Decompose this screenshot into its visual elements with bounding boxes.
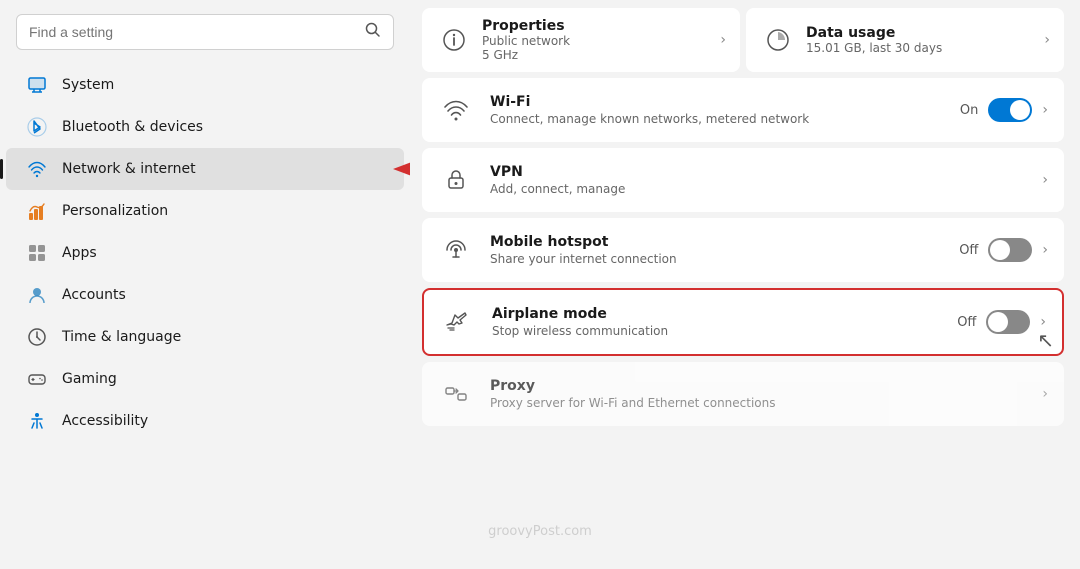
properties-card[interactable]: Properties Public network 5 GHz › (422, 8, 740, 72)
arrow-annotation (389, 154, 410, 184)
sidebar-item-accounts[interactable]: Accounts (6, 274, 404, 316)
sidebar-item-network[interactable]: Network & internet (6, 148, 404, 190)
hotspot-toggle[interactable] (988, 238, 1032, 262)
wifi-chevron: › (1042, 102, 1048, 118)
data-usage-subtitle: 15.01 GB, last 30 days (806, 41, 1034, 55)
sidebar-item-time[interactable]: Time & language (6, 316, 404, 358)
sidebar-item-accessibility[interactable]: Accessibility (6, 400, 404, 442)
top-cards-row: Properties Public network 5 GHz › Data u… (422, 8, 1064, 72)
sidebar-item-personalization-label: Personalization (62, 203, 168, 219)
sidebar-item-bluetooth[interactable]: Bluetooth & devices (6, 106, 404, 148)
wifi-content: Wi-Fi Connect, manage known networks, me… (490, 94, 944, 126)
properties-chevron: › (720, 32, 726, 48)
sidebar-item-system-label: System (62, 77, 114, 93)
wifi-subtitle: Connect, manage known networks, metered … (490, 112, 944, 126)
sidebar-item-bluetooth-label: Bluetooth & devices (62, 119, 203, 135)
hotspot-toggle-thumb (990, 240, 1010, 260)
time-icon (26, 326, 48, 348)
hotspot-icon (438, 232, 474, 268)
sidebar-item-personalization[interactable]: Personalization (6, 190, 404, 232)
proxy-chevron: › (1042, 386, 1048, 402)
vpn-card[interactable]: VPN Add, connect, manage › (422, 148, 1064, 212)
hotspot-subtitle: Share your internet connection (490, 252, 943, 266)
airplane-toggle-thumb (988, 312, 1008, 332)
wifi-icon (438, 92, 474, 128)
data-usage-content: Data usage 15.01 GB, last 30 days (806, 25, 1034, 55)
sidebar-item-accounts-label: Accounts (62, 287, 126, 303)
proxy-card[interactable]: Proxy Proxy server for Wi-Fi and Etherne… (422, 362, 1064, 426)
monitor-icon (26, 74, 48, 96)
proxy-title: Proxy (490, 378, 1026, 394)
wifi-card[interactable]: Wi-Fi Connect, manage known networks, me… (422, 78, 1064, 142)
vpn-title: VPN (490, 164, 1026, 180)
hotspot-control: Off › (959, 238, 1048, 262)
sidebar-item-apps-label: Apps (62, 245, 97, 261)
search-box[interactable] (16, 14, 394, 50)
sidebar-item-network-label: Network & internet (62, 161, 196, 177)
hotspot-title: Mobile hotspot (490, 234, 943, 250)
properties-subtitle2: 5 GHz (482, 48, 710, 62)
network-icon (26, 158, 48, 180)
vpn-icon (438, 162, 474, 198)
data-usage-chevron: › (1044, 32, 1050, 48)
vpn-content: VPN Add, connect, manage (490, 164, 1026, 196)
properties-subtitle1: Public network (482, 34, 710, 48)
apps-icon (26, 242, 48, 264)
vpn-subtitle: Add, connect, manage (490, 182, 1026, 196)
airplane-subtitle: Stop wireless communication (492, 324, 941, 338)
proxy-control: › (1042, 386, 1048, 402)
proxy-content: Proxy Proxy server for Wi-Fi and Etherne… (490, 378, 1026, 410)
watermark: groovyPost.com (488, 524, 592, 539)
sidebar-item-time-label: Time & language (62, 329, 181, 345)
accounts-icon (26, 284, 48, 306)
chart-icon (760, 22, 796, 58)
cursor-indicator: ↖ (1037, 328, 1054, 352)
vpn-control: › (1042, 172, 1048, 188)
wifi-toggle-label: On (960, 103, 978, 118)
properties-content: Properties Public network 5 GHz (482, 18, 710, 62)
properties-title: Properties (482, 18, 710, 34)
info-icon (436, 22, 472, 58)
wifi-toggle[interactable] (988, 98, 1032, 122)
proxy-subtitle: Proxy server for Wi-Fi and Ethernet conn… (490, 396, 1026, 410)
sidebar-item-gaming-label: Gaming (62, 371, 117, 387)
airplane-card[interactable]: Airplane mode Stop wireless communicatio… (422, 288, 1064, 356)
gaming-icon (26, 368, 48, 390)
data-usage-card[interactable]: Data usage 15.01 GB, last 30 days › (746, 8, 1064, 72)
search-icon (365, 22, 381, 42)
sidebar-item-accessibility-label: Accessibility (62, 413, 148, 429)
hotspot-toggle-label: Off (959, 243, 978, 258)
hotspot-chevron: › (1042, 242, 1048, 258)
accessibility-icon (26, 410, 48, 432)
airplane-content: Airplane mode Stop wireless communicatio… (492, 306, 941, 338)
sidebar: System Bluetooth & devices (0, 0, 410, 569)
wifi-control: On › (960, 98, 1048, 122)
airplane-icon (440, 304, 476, 340)
hotspot-content: Mobile hotspot Share your internet conne… (490, 234, 943, 266)
personalization-icon (26, 200, 48, 222)
search-input[interactable] (29, 24, 357, 40)
sidebar-item-apps[interactable]: Apps (6, 232, 404, 274)
data-usage-title: Data usage (806, 25, 1034, 41)
wifi-toggle-thumb (1010, 100, 1030, 120)
proxy-icon (438, 376, 474, 412)
sidebar-item-gaming[interactable]: Gaming (6, 358, 404, 400)
sidebar-item-system[interactable]: System (6, 64, 404, 106)
airplane-chevron: › (1040, 314, 1046, 330)
wifi-title: Wi-Fi (490, 94, 944, 110)
main-content: Properties Public network 5 GHz › Data u… (410, 0, 1080, 569)
bluetooth-icon (26, 116, 48, 138)
sidebar-nav: System Bluetooth & devices (0, 64, 410, 442)
vpn-chevron: › (1042, 172, 1048, 188)
airplane-control: Off › ↖ (957, 310, 1046, 334)
airplane-toggle-label: Off (957, 315, 976, 330)
airplane-toggle[interactable] (986, 310, 1030, 334)
airplane-title: Airplane mode (492, 306, 941, 322)
hotspot-card[interactable]: Mobile hotspot Share your internet conne… (422, 218, 1064, 282)
